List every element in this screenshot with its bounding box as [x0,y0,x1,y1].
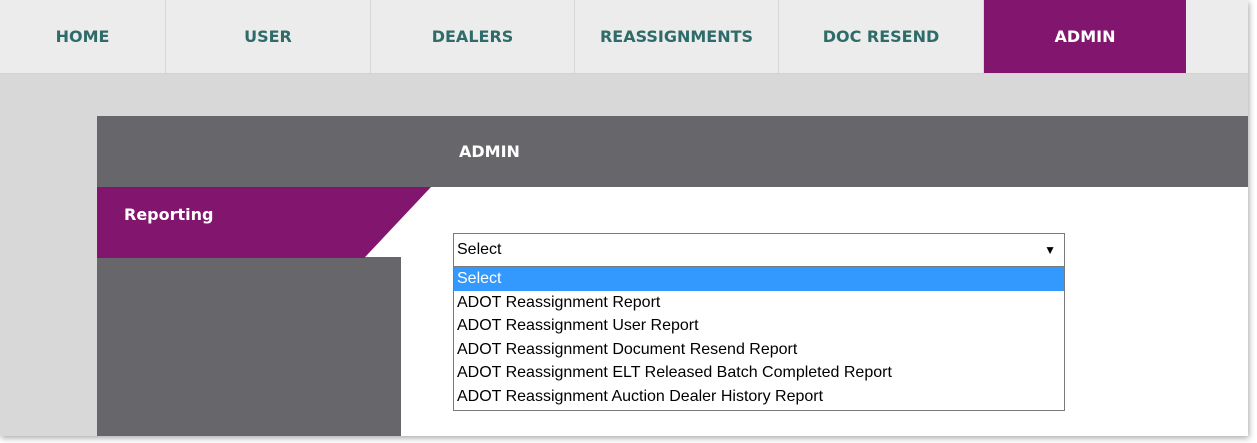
select-option-elt-released-batch-report[interactable]: ADOT Reassignment ELT Released Batch Com… [454,361,1064,385]
nav-tab-label: HOME [55,27,110,46]
app-window: HOME USER DEALERS REASSIGNMENTS DOC RESE… [0,0,1248,436]
nav-tab-label: USER [244,27,292,46]
panel-header: ADMIN [97,116,1248,187]
top-navigation: HOME USER DEALERS REASSIGNMENTS DOC RESE… [0,0,1248,74]
nav-tab-label: ADMIN [1054,27,1116,46]
nav-tab-user[interactable]: USER [166,0,371,73]
select-option-select[interactable]: Select [454,267,1064,291]
page-title: ADMIN [459,142,520,161]
nav-tab-label: DOC RESEND [822,27,940,46]
sidebar-item-reporting[interactable]: Reporting [97,187,431,258]
nav-tab-doc-resend[interactable]: DOC RESEND [779,0,984,73]
select-option-reassignment-report[interactable]: ADOT Reassignment Report [454,291,1064,315]
nav-tab-admin[interactable]: ADMIN [984,0,1186,73]
select-option-user-report[interactable]: ADOT Reassignment User Report [454,314,1064,338]
nav-tab-reassignments[interactable]: REASSIGNMENTS [575,0,779,73]
admin-panel: ADMIN Reporting Select ▼ Select ADOT Rea… [97,116,1248,436]
report-option-list: Select ADOT Reassignment Report ADOT Rea… [453,266,1065,411]
sidebar-item-label: Reporting [124,205,214,224]
select-current-value: Select [457,241,502,258]
nav-tab-label: REASSIGNMENTS [599,27,754,46]
select-option-auction-dealer-history-report[interactable]: ADOT Reassignment Auction Dealer History… [454,385,1064,409]
triangle-down-icon: ▼ [1044,243,1056,257]
nav-tab-home[interactable]: HOME [0,0,166,73]
report-select[interactable]: Select ▼ [453,233,1065,267]
nav-tab-label: DEALERS [431,27,514,46]
sidebar-background [97,257,401,436]
nav-tab-dealers[interactable]: DEALERS [371,0,575,73]
select-option-document-resend-report[interactable]: ADOT Reassignment Document Resend Report [454,338,1064,362]
